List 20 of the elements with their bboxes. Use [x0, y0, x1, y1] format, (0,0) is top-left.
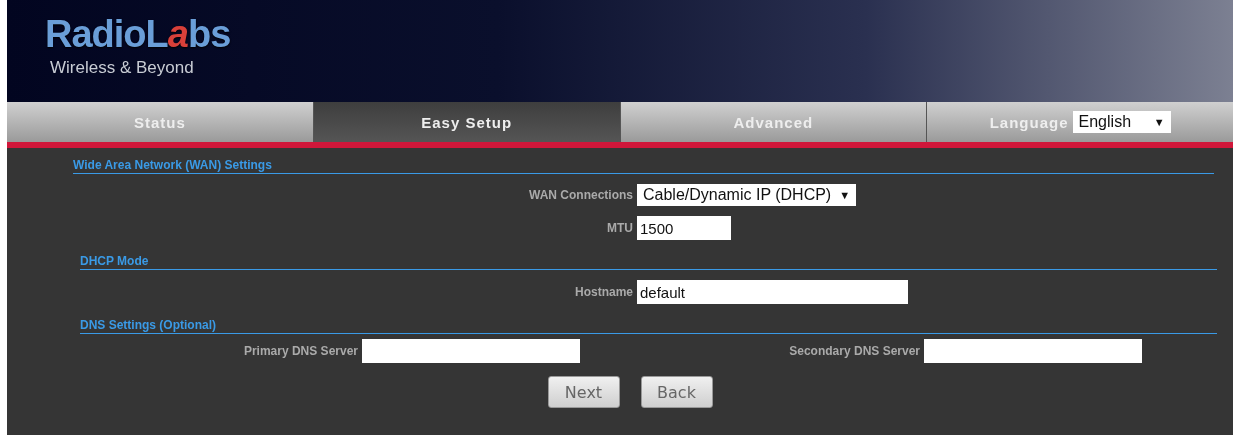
language-label: Language: [989, 113, 1069, 131]
input-field[interactable]: default: [637, 280, 908, 304]
field-label: MTU: [606, 221, 634, 235]
input-field[interactable]: 1500: [637, 216, 731, 240]
section-heading: Wide Area Network (WAN) Settings: [73, 148, 1214, 174]
field-label: Primary DNS Server: [242, 344, 359, 358]
language-dropdown[interactable]: English ▼: [1072, 111, 1171, 133]
input-field[interactable]: [924, 339, 1142, 363]
section-heading: DNS Settings (Optional): [80, 304, 1217, 334]
form-button[interactable]: Back: [640, 376, 713, 408]
nav-tab[interactable]: Easy Setup: [313, 102, 621, 142]
input-field[interactable]: [362, 339, 580, 363]
dropdown[interactable]: Cable/Dynamic IP (DHCP) ▼: [637, 184, 857, 206]
logo-tagline: Wireless & Beyond: [50, 58, 194, 78]
section-heading: DHCP Mode: [80, 240, 1217, 270]
field-label: Hostname: [574, 285, 634, 299]
field-label: WAN Connections: [528, 188, 634, 202]
logo: RadioLabs: [45, 14, 231, 54]
form-button[interactable]: Next: [547, 376, 620, 408]
field-label: Secondary DNS Server: [788, 344, 921, 358]
